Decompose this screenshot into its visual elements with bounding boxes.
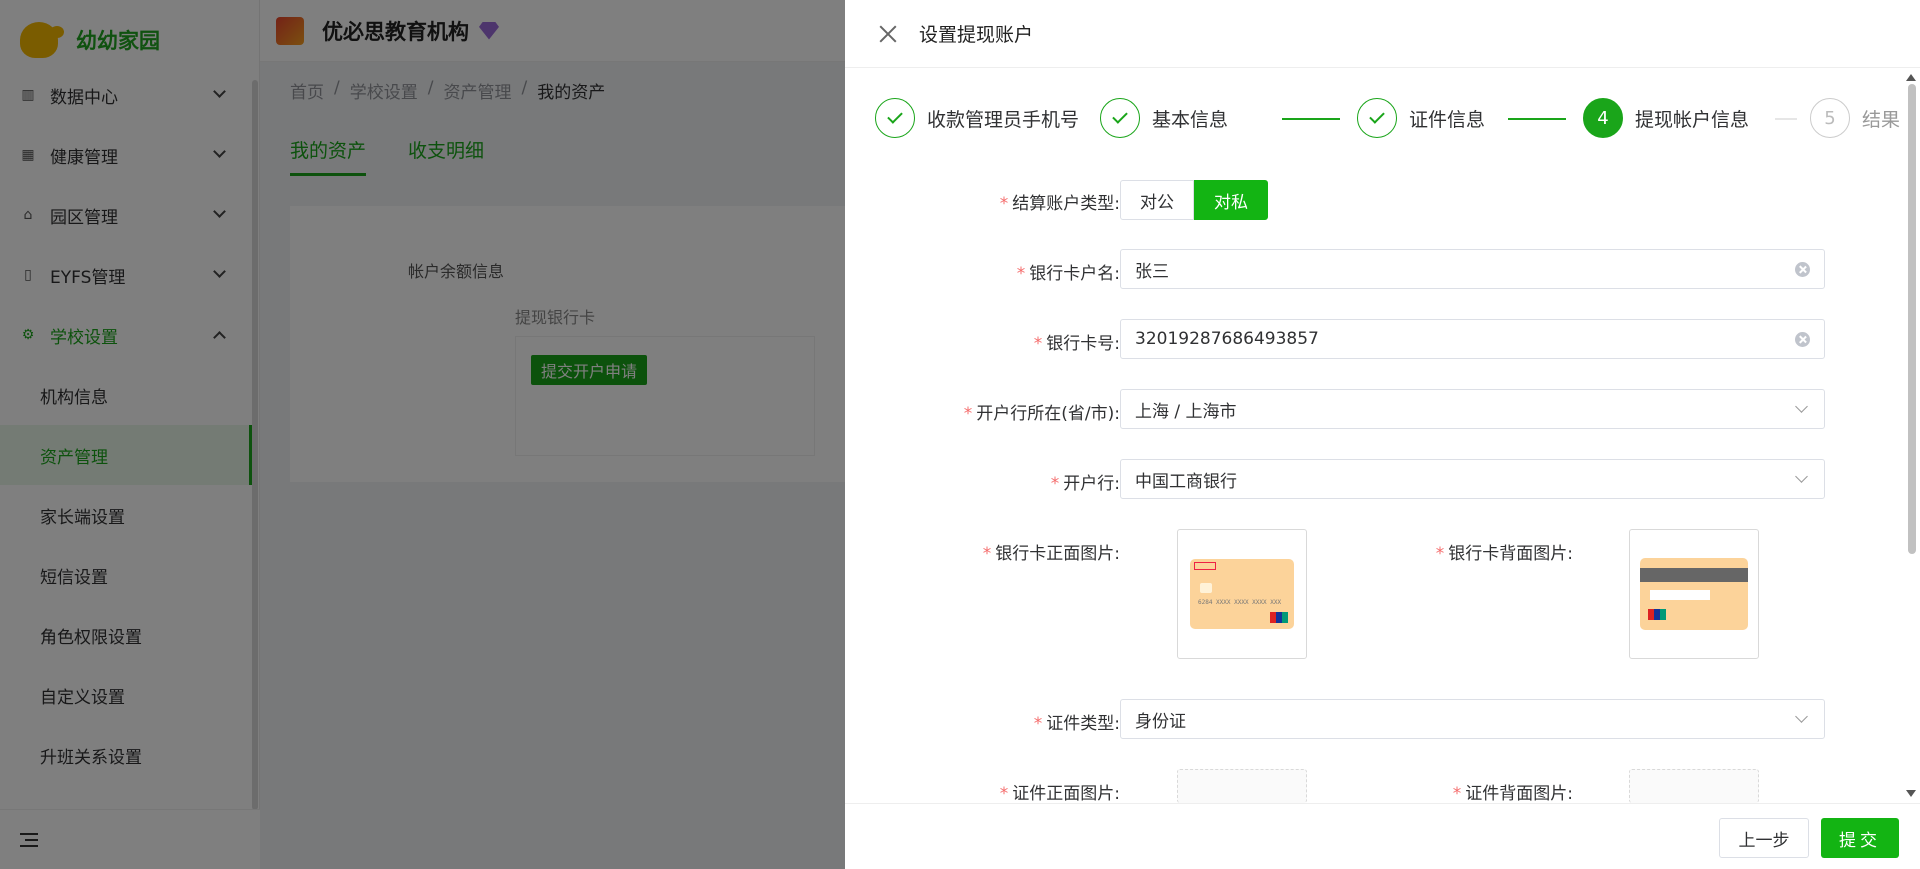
step-label: 结果 (1862, 108, 1901, 131)
id-type-value: 身份证 (1135, 711, 1186, 732)
card-back-label: * 银行卡背面图片: (1435, 544, 1573, 564)
step-check-icon (875, 98, 915, 138)
bank-value: 中国工商银行 (1135, 471, 1237, 492)
step-number: 5 (1810, 98, 1850, 138)
id-back-label: * 证件背面图片: (1452, 784, 1573, 804)
bank-region-select[interactable]: 上海 / 上海市 (1120, 389, 1825, 429)
bank-card-back-image (1640, 558, 1748, 630)
step-phone: 收款管理员手机号 (875, 98, 1079, 138)
withdraw-account-drawer: 设置提现账户 收款管理员手机号 基本信息 证件信息 4 提现帐户信息 5 结果 … (845, 0, 1920, 869)
holder-name-value: 张三 (1135, 261, 1169, 282)
id-type-label: * 证件类型: (1033, 714, 1120, 734)
bank-region-value: 上海 / 上海市 (1135, 401, 1237, 422)
clear-icon[interactable] (1795, 332, 1810, 347)
id-type-select[interactable]: 身份证 (1120, 699, 1825, 739)
card-number-label: * 银行卡号: (1033, 334, 1120, 354)
close-icon[interactable] (879, 25, 897, 43)
step-label: 基本信息 (1152, 108, 1229, 131)
account-type-public[interactable]: 对公 (1120, 180, 1194, 220)
previous-step-button[interactable]: 上一步 (1719, 818, 1809, 858)
drawer-scrollbar[interactable] (1908, 84, 1916, 554)
bank-label: * 开户行: (1050, 474, 1120, 494)
id-back-upload[interactable] (1629, 769, 1759, 803)
clear-icon[interactable] (1795, 262, 1810, 277)
drawer-title: 设置提现账户 (919, 24, 1034, 46)
card-back-upload[interactable] (1629, 529, 1759, 659)
step-result: 5 结果 (1810, 98, 1900, 138)
scroll-down-arrow-icon[interactable] (1906, 790, 1916, 797)
step-label: 提现帐户信息 (1635, 108, 1750, 131)
bank-region-label: * 开户行所在(省/市): (963, 404, 1120, 424)
id-front-upload[interactable] (1177, 769, 1307, 803)
drawer-footer: 上一步 提交 (845, 803, 1920, 869)
account-type-radio-group: 对公 对私 (1120, 180, 1268, 220)
chevron-down-icon (1795, 400, 1808, 413)
holder-name-input[interactable]: 张三 (1120, 249, 1825, 289)
step-connector (1775, 118, 1797, 120)
app-root: 幼幼家园 ▥ 数据中心 ▦ 健康管理 ⌂ 园区管理 ▯ EYFS管理 ⚙ 学校设… (0, 0, 1920, 869)
drawer-header: 设置提现账户 (845, 0, 1920, 68)
scroll-up-arrow-icon[interactable] (1906, 74, 1916, 81)
chevron-down-icon (1795, 710, 1808, 723)
step-connector (1282, 118, 1340, 120)
account-type-private[interactable]: 对私 (1194, 180, 1268, 220)
bank-select[interactable]: 中国工商银行 (1120, 459, 1825, 499)
step-check-icon (1357, 98, 1397, 138)
step-connector (1508, 118, 1566, 120)
step-number: 4 (1583, 98, 1623, 138)
bank-card-front-image: 6284 XXXX XXXX XXXX XXX (1190, 559, 1294, 629)
card-number-input[interactable]: 32019287686493857 (1120, 319, 1825, 359)
holder-name-label: * 银行卡户名: (1016, 264, 1120, 284)
step-label: 证件信息 (1409, 108, 1486, 131)
step-withdraw-account: 4 提现帐户信息 (1583, 98, 1749, 138)
card-front-label: * 银行卡正面图片: (982, 544, 1120, 564)
step-label: 收款管理员手机号 (927, 108, 1080, 131)
step-id-info: 证件信息 (1357, 98, 1485, 138)
account-type-label: * 结算账户类型: (999, 194, 1120, 214)
submit-button[interactable]: 提交 (1821, 818, 1899, 858)
steps: 收款管理员手机号 基本信息 证件信息 4 提现帐户信息 5 结果 (875, 98, 1900, 140)
card-number-value: 32019287686493857 (1135, 329, 1319, 349)
step-check-icon (1100, 98, 1140, 138)
card-front-upload[interactable]: 6284 XXXX XXXX XXXX XXX (1177, 529, 1307, 659)
step-basic-info: 基本信息 (1100, 98, 1228, 138)
chevron-down-icon (1795, 470, 1808, 483)
id-front-label: * 证件正面图片: (999, 784, 1120, 804)
